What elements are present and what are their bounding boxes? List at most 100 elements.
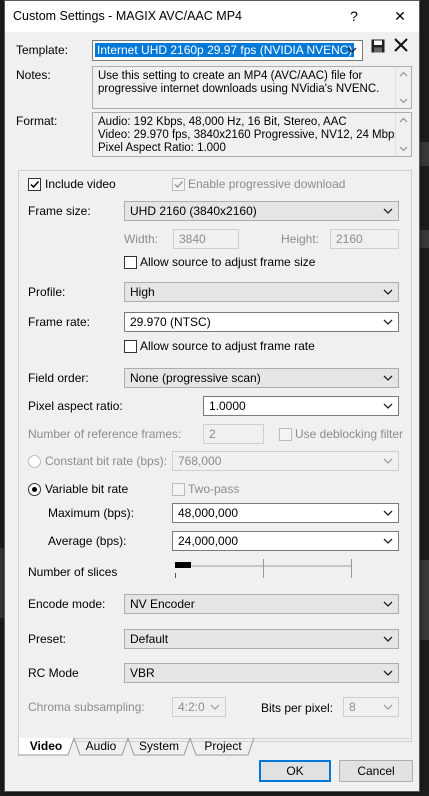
- chroma-subsampling-label: Chroma subsampling:: [28, 700, 145, 714]
- preset-value: Default: [130, 632, 169, 646]
- deblocking-filter-checkbox[interactable]: [279, 428, 292, 441]
- constant-bit-rate-value: 768,000: [178, 454, 222, 468]
- two-pass-label: Two-pass: [188, 482, 240, 496]
- format-line: Audio: 192 Kbps, 48,000 Hz, 16 Bit, Ster…: [98, 116, 347, 128]
- average-bps-select[interactable]: 24,000,000: [172, 531, 399, 551]
- scroll-down-icon[interactable]: [399, 144, 408, 153]
- tab-project[interactable]: Project: [194, 738, 252, 755]
- pixel-aspect-ratio-value: 1.0000: [209, 399, 246, 413]
- scrollbar[interactable]: [395, 67, 411, 108]
- pixel-aspect-ratio-label: Pixel aspect ratio:: [28, 399, 123, 413]
- profile-select[interactable]: High: [124, 282, 399, 302]
- notes-label: Notes:: [16, 68, 51, 82]
- notes-text[interactable]: Use this setting to create an MP4 (AVC/A…: [92, 66, 412, 109]
- slider-tick: [263, 559, 264, 578]
- scroll-up-icon[interactable]: [399, 70, 408, 79]
- close-button[interactable]: ✕: [386, 5, 414, 27]
- preset-select[interactable]: Default: [124, 629, 399, 649]
- frame-rate-value: 29.970 (NTSC): [130, 315, 211, 329]
- maximum-bps-value: 48,000,000: [178, 506, 239, 520]
- notes-line: progressive internet downloads using NVi…: [98, 83, 380, 95]
- height-label: Height:: [281, 232, 320, 246]
- encode-mode-value: NV Encoder: [130, 597, 195, 611]
- chevron-down-icon: [383, 699, 393, 715]
- chevron-down-icon: [383, 453, 393, 469]
- bits-per-pixel-label: Bits per pixel:: [261, 701, 334, 715]
- average-bps-value: 24,000,000: [178, 534, 239, 548]
- encode-mode-label: Encode mode:: [28, 597, 106, 611]
- chevron-down-icon: [383, 596, 393, 612]
- frame-size-select[interactable]: UHD 2160 (3840x2160): [124, 201, 399, 221]
- slices-slider[interactable]: [172, 559, 357, 583]
- chevron-down-icon: [383, 284, 393, 300]
- constant-bit-rate-select[interactable]: 768,000: [172, 451, 399, 471]
- variable-bit-rate-label: Variable bit rate: [45, 482, 129, 496]
- allow-frame-size-checkbox[interactable]: [124, 256, 137, 269]
- chevron-down-icon: [383, 505, 393, 521]
- tab-video[interactable]: Video: [26, 738, 66, 755]
- template-label: Template:: [16, 43, 69, 57]
- chroma-subsampling-select[interactable]: 4:2:0: [172, 697, 226, 717]
- delete-icon[interactable]: [394, 38, 408, 52]
- scrollbar[interactable]: [395, 113, 411, 156]
- template-value[interactable]: Internet UHD 2160p 29.97 fps (NVIDIA NVE…: [95, 43, 355, 57]
- two-pass-checkbox[interactable]: [172, 483, 185, 496]
- allow-frame-size-label: Allow source to adjust frame size: [140, 255, 316, 269]
- cancel-button[interactable]: Cancel: [339, 760, 413, 782]
- chevron-down-icon: [383, 533, 393, 549]
- slider-thumb[interactable]: [175, 562, 191, 568]
- scroll-up-icon[interactable]: [399, 116, 408, 125]
- video-settings-panel: Include video Enable progressive downloa…: [18, 170, 412, 742]
- pixel-aspect-ratio-select[interactable]: 1.0000: [203, 396, 399, 416]
- variable-bit-rate-radio[interactable]: [28, 483, 41, 496]
- bits-per-pixel-select[interactable]: 8: [343, 697, 399, 717]
- title-bar: Custom Settings - MAGIX AVC/AAC MP4 ? ✕: [5, 1, 419, 32]
- encode-mode-select[interactable]: NV Encoder: [124, 594, 399, 614]
- height-value: 2160: [336, 232, 363, 246]
- field-order-label: Field order:: [28, 371, 89, 385]
- slider-tick: [175, 573, 176, 578]
- average-bps-label: Average (bps):: [48, 534, 127, 548]
- help-button[interactable]: ?: [340, 5, 368, 27]
- chevron-down-icon: [383, 631, 393, 647]
- field-order-select[interactable]: None (progressive scan): [124, 368, 399, 388]
- chevron-down-icon: [383, 370, 393, 386]
- field-order-value: None (progressive scan): [130, 371, 261, 385]
- include-video-label: Include video: [45, 177, 116, 191]
- include-video-checkbox[interactable]: [28, 178, 41, 191]
- width-input[interactable]: 3840: [173, 229, 239, 249]
- rc-mode-value: VBR: [130, 666, 155, 680]
- format-line: Pixel Aspect Ratio: 1.000: [98, 142, 226, 154]
- frame-rate-select[interactable]: 29.970 (NTSC): [124, 312, 399, 332]
- maximum-bps-select[interactable]: 48,000,000: [172, 503, 399, 523]
- tab-audio[interactable]: Audio: [80, 738, 122, 755]
- width-value: 3840: [179, 232, 206, 246]
- chevron-down-icon: [383, 665, 393, 681]
- preset-label: Preset:: [28, 632, 67, 646]
- scroll-down-icon[interactable]: [399, 96, 408, 105]
- reference-frames-value: 2: [209, 427, 216, 441]
- profile-label: Profile:: [28, 285, 66, 299]
- save-icon[interactable]: [371, 39, 385, 53]
- progressive-download-checkbox[interactable]: [172, 178, 185, 191]
- constant-bit-rate-label: Constant bit rate (bps):: [45, 454, 168, 468]
- tab-system[interactable]: System: [132, 738, 186, 755]
- format-label: Format:: [16, 114, 58, 128]
- progressive-download-label: Enable progressive download: [188, 177, 346, 191]
- constant-bit-rate-radio[interactable]: [28, 455, 41, 468]
- ok-button[interactable]: OK: [259, 760, 331, 782]
- rc-mode-select[interactable]: VBR: [124, 663, 399, 683]
- chevron-down-icon: [383, 398, 393, 414]
- slider-tick: [351, 559, 352, 578]
- format-text[interactable]: Audio: 192 Kbps, 48,000 Hz, 16 Bit, Ster…: [92, 112, 412, 157]
- chevron-down-icon: [210, 699, 220, 715]
- maximum-bps-label: Maximum (bps):: [48, 506, 135, 520]
- template-combo[interactable]: Internet UHD 2160p 29.97 fps (NVIDIA NVE…: [92, 40, 363, 61]
- frame-size-label: Frame size:: [28, 204, 91, 218]
- allow-frame-rate-checkbox[interactable]: [124, 340, 137, 353]
- format-line: Video: 29.970 fps, 3840x2160 Progressive…: [98, 129, 401, 141]
- reference-frames-label: Number of reference frames:: [28, 427, 182, 441]
- profile-value: High: [130, 285, 155, 299]
- reference-frames-input[interactable]: 2: [203, 424, 264, 444]
- height-input[interactable]: 2160: [330, 229, 399, 249]
